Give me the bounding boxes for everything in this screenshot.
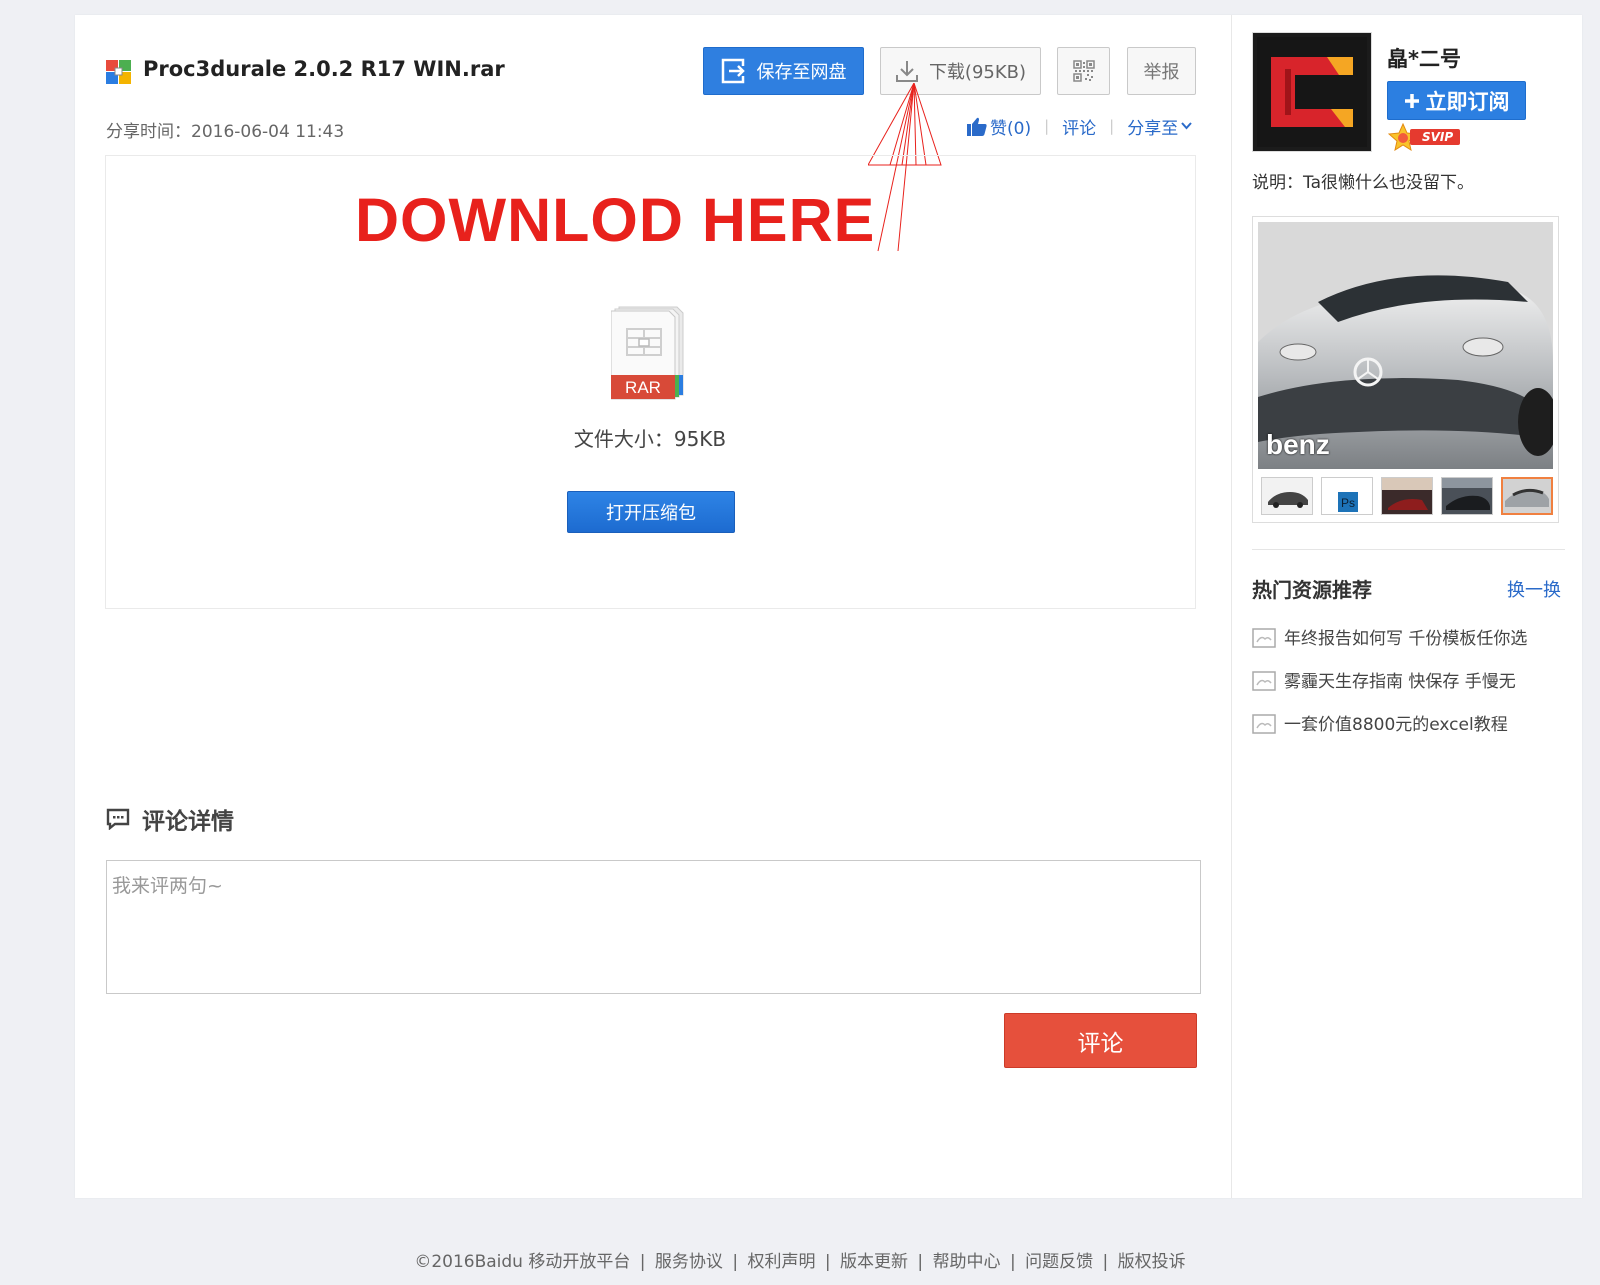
document-icon <box>1252 713 1276 734</box>
footer-copyright: ©2016Baidu <box>414 1252 523 1272</box>
like-button[interactable]: 赞(0) <box>967 114 1031 139</box>
hot-resources-title: 热门资源推荐 <box>1252 578 1372 602</box>
subscribe-label: 立即订阅 <box>1425 89 1510 114</box>
qr-code-icon <box>1072 60 1095 82</box>
footer-link-service-agreement[interactable]: 服务协议 <box>655 1252 723 1272</box>
main-page: Proc3durale 2.0.2 R17 WIN.rar 分享时间：2016-… <box>75 15 1582 1198</box>
share-time: 分享时间：2016-06-04 11:43 <box>106 122 345 142</box>
submit-comment-button[interactable]: 评论 <box>1004 1013 1197 1068</box>
plus-icon <box>1404 93 1419 108</box>
sidebar-divider <box>1231 15 1232 1198</box>
gallery-thumbnail[interactable] <box>1441 477 1493 515</box>
user-gallery: benz Ps <box>1252 216 1559 523</box>
hot-refresh-link[interactable]: 换一换 <box>1507 576 1561 602</box>
user-bio: 说明：Ta很懒什么也没留下。 <box>1252 173 1474 193</box>
gallery-thumbnail-active[interactable] <box>1501 477 1553 515</box>
share-label: 分享至 <box>1127 118 1179 139</box>
subscribe-button[interactable]: 立即订阅 <box>1387 81 1526 120</box>
comments-heading: 评论详情 <box>106 802 234 836</box>
chevron-down-icon <box>1181 122 1192 130</box>
comment-input[interactable] <box>106 860 1201 994</box>
footer-link-help[interactable]: 帮助中心 <box>933 1252 1001 1272</box>
gallery-thumbnail[interactable] <box>1381 477 1433 515</box>
hot-resource-item[interactable]: 雾霾天生存指南 快保存 手慢无 <box>1252 658 1527 701</box>
qr-code-button[interactable] <box>1057 47 1110 95</box>
rar-archive-icon: RAR <box>611 306 684 400</box>
gallery-thumbnail[interactable]: Ps <box>1321 477 1373 515</box>
separator: | <box>1044 117 1050 135</box>
like-label: 赞(0) <box>990 118 1032 139</box>
document-icon <box>1252 627 1276 648</box>
report-button[interactable]: 举报 <box>1127 47 1196 95</box>
hot-resource-label: 年终报告如何写 千份模板任你选 <box>1284 629 1528 649</box>
action-bar: 赞(0) | 评论 | 分享至 <box>967 114 1192 139</box>
comment-icon <box>106 808 130 830</box>
footer-link-rights[interactable]: 权利声明 <box>747 1252 815 1272</box>
footer-link-open-platform[interactable]: 移动开放平台 <box>528 1252 630 1272</box>
gallery-thumbnail[interactable] <box>1261 477 1313 515</box>
hot-resources-list: 年终报告如何写 千份模板任你选 雾霾天生存指南 快保存 手慢无 一套价值8800… <box>1252 615 1527 744</box>
download-icon <box>895 61 918 82</box>
hot-resource-label: 一套价值8800元的excel教程 <box>1284 715 1508 735</box>
download-button-label: 下载(95KB) <box>928 62 1027 83</box>
gallery-thumbnails: Ps <box>1258 477 1553 515</box>
avatar-logo-icon <box>1257 37 1367 147</box>
thumbs-up-icon <box>967 117 987 136</box>
document-icon <box>1252 670 1276 691</box>
comment-link[interactable]: 评论 <box>1062 114 1096 139</box>
svip-badge: SVIP <box>1388 123 1461 151</box>
hot-divider <box>1252 549 1565 550</box>
comments-title: 评论详情 <box>142 809 234 835</box>
save-icon <box>721 58 745 84</box>
photoshop-icon: Ps <box>1322 478 1372 514</box>
hot-resource-label: 雾霾天生存指南 快保存 手慢无 <box>1284 672 1516 692</box>
gallery-main-image[interactable]: benz <box>1258 222 1553 469</box>
hot-resource-item[interactable]: 一套价值8800元的excel教程 <box>1252 701 1527 744</box>
separator: | <box>1109 117 1115 135</box>
file-title: Proc3durale 2.0.2 R17 WIN.rar <box>143 57 505 81</box>
rar-file-icon <box>106 60 131 84</box>
svg-text:Ps: Ps <box>1341 496 1355 510</box>
save-to-netdisk-button[interactable]: 保存至网盘 <box>703 47 864 95</box>
user-avatar[interactable] <box>1252 32 1372 152</box>
footer-link-feedback[interactable]: 问题反馈 <box>1025 1252 1093 1272</box>
rar-icon-label: RAR <box>625 378 661 397</box>
open-archive-button[interactable]: 打开压缩包 <box>567 491 735 533</box>
footer-link-updates[interactable]: 版本更新 <box>840 1252 908 1272</box>
footer: ©2016Baidu 移动开放平台 | 服务协议 | 权利声明 | 版本更新 |… <box>414 1252 1186 1272</box>
download-here-annotation: DOWNLOD HERE <box>355 186 876 254</box>
file-size: 文件大小：95KB <box>573 427 727 451</box>
username: 皛*二号 <box>1387 47 1461 71</box>
share-dropdown[interactable]: 分享至 <box>1127 114 1192 139</box>
save-button-label: 保存至网盘 <box>756 62 847 83</box>
hot-resource-item[interactable]: 年终报告如何写 千份模板任你选 <box>1252 615 1527 658</box>
footer-link-copyright-complaint[interactable]: 版权投诉 <box>1118 1252 1186 1272</box>
gallery-caption: benz <box>1266 429 1330 460</box>
svip-label: SVIP <box>1410 129 1461 145</box>
